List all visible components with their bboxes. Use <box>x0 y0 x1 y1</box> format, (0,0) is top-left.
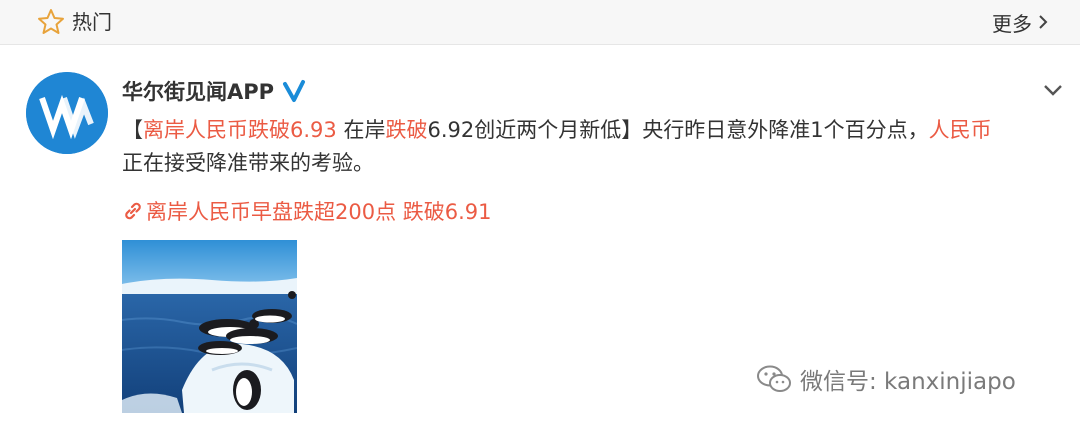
top-bar: 热门 更多 <box>0 0 1080 45</box>
section-title: 热门 <box>72 10 112 34</box>
post-text: 【离岸人民币跌破6.93 在岸跌破6.92创近两个月新低】央行昨日意外降准1个百… <box>122 114 1052 180</box>
star-icon <box>38 9 64 34</box>
post-image[interactable] <box>122 240 297 413</box>
chevron-right-icon <box>1039 15 1048 29</box>
article-link[interactable]: 离岸人民币早盘跌超200点 跌破6.91 <box>122 196 492 226</box>
penguins-on-ice-photo <box>122 240 297 413</box>
wallstreetcn-logo-icon <box>26 72 108 154</box>
avatar[interactable] <box>26 72 108 154</box>
username[interactable]: 华尔街见闻APP <box>122 76 274 106</box>
watermark-text: 微信号: kanxinjiapo <box>800 369 1016 395</box>
topic-link[interactable]: 人民币 <box>929 118 992 142</box>
verified-icon <box>283 80 306 102</box>
text-segment: 【 <box>122 118 143 142</box>
wechat-icon <box>757 365 791 392</box>
post-header: 华尔街见闻APP <box>122 76 306 106</box>
topic-link[interactable]: 离岸人民币跌破6.93 <box>143 118 337 142</box>
text-segment: 6.92创近两个月新低】央行昨日意外降准1个百分点， <box>427 118 929 142</box>
link-icon <box>125 202 141 220</box>
article-link-text: 离岸人民币早盘跌超200点 跌破6.91 <box>146 200 492 224</box>
more-label: 更多 <box>992 11 1032 36</box>
topic-link[interactable]: 跌破 <box>385 118 427 142</box>
chevron-down-icon[interactable] <box>1040 80 1066 100</box>
text-segment: 正在接受降准带来的考验。 <box>122 151 374 175</box>
watermark: 微信号: kanxinjiapo <box>756 362 1016 396</box>
more-button[interactable]: 更多 <box>992 8 1050 36</box>
text-segment: 在岸 <box>336 118 386 142</box>
